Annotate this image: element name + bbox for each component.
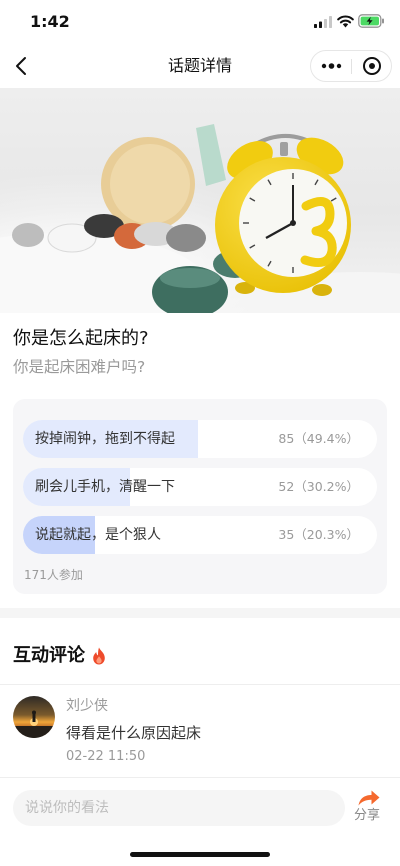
close-button[interactable]	[352, 51, 391, 81]
poll-participant-count: 171人参加	[24, 568, 83, 582]
battery-charging-icon	[358, 14, 384, 28]
poll-card: 按掉闹钟，拖到不得起 85（49.4%） 刷会儿手机，清醒一下 52（30.2%…	[13, 399, 387, 594]
poll-option-label: 按掉闹钟，拖到不得起	[35, 431, 175, 447]
poll-option-result: 52（30.2%）	[278, 479, 359, 494]
share-label: 分享	[354, 808, 381, 823]
poll-option[interactable]: 说起就起，是个狠人 35（20.3%）	[23, 516, 377, 554]
avatar[interactable]	[13, 696, 55, 738]
poll-option-result: 35（20.3%）	[278, 527, 359, 542]
topic-subtitle: 你是起床困难户吗?	[13, 358, 146, 376]
topic-cover-image	[0, 88, 400, 313]
more-button[interactable]	[311, 51, 351, 81]
poll-option[interactable]: 刷会儿手机，清醒一下 52（30.2%）	[23, 468, 377, 506]
poll-option-result: 85（49.4%）	[278, 431, 359, 446]
fire-icon	[93, 647, 105, 665]
poll-option-label: 说起就起，是个狠人	[35, 527, 161, 543]
comments-heading: 互动评论	[13, 645, 85, 666]
signal-icon	[314, 16, 332, 28]
comment-time: 02-22 11:50	[66, 749, 146, 764]
share-arrow-icon	[358, 790, 380, 806]
share-button[interactable]: 分享	[350, 786, 388, 828]
home-indicator	[130, 852, 270, 857]
poll-option[interactable]: 按掉闹钟，拖到不得起 85（49.4%）	[23, 420, 377, 458]
section-divider	[0, 608, 400, 618]
comment-author: 刘少侠	[66, 698, 108, 714]
comment-input[interactable]	[13, 790, 345, 826]
comment-input-box	[13, 790, 345, 826]
comment-text: 得看是什么原因起床	[66, 724, 202, 742]
comments-divider-bottom	[0, 777, 400, 778]
avatar-image	[13, 696, 55, 738]
poll-option-label: 刷会儿手机，清醒一下	[35, 479, 175, 495]
wifi-icon	[337, 15, 354, 28]
mini-program-capsule	[310, 50, 392, 82]
status-time: 1:42	[30, 12, 70, 31]
more-dots-icon	[321, 63, 342, 69]
topic-title: 你是怎么起床的?	[13, 328, 149, 349]
status-bar: 1:42	[0, 0, 400, 44]
target-circle-icon	[363, 57, 381, 75]
